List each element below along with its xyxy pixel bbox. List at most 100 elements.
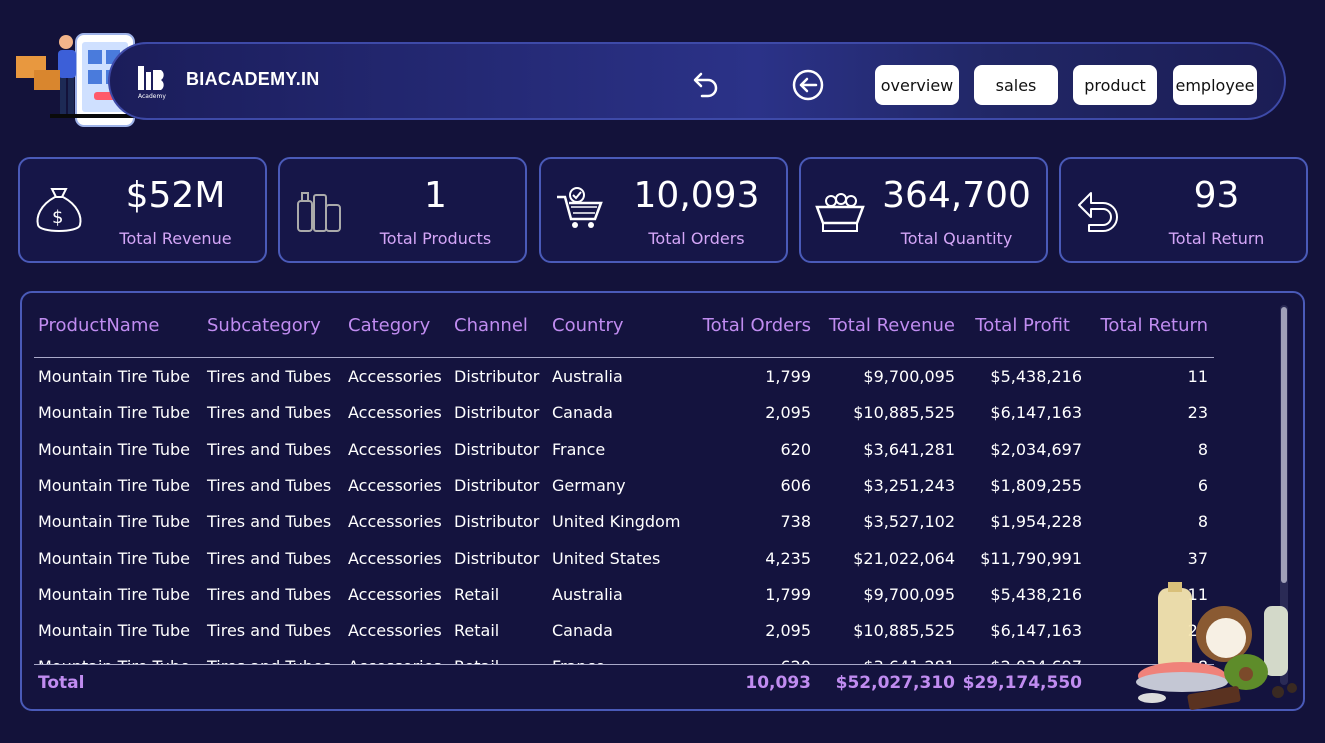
cell-total-orders: 4,235 (765, 548, 811, 568)
column-header-productname[interactable]: ProductName (38, 315, 159, 336)
scale-icon (815, 193, 865, 232)
table-body: Mountain Tire Tube Tires and Tubes Accesso… (22, 359, 1262, 665)
nav-overview-button[interactable]: overview (875, 65, 959, 105)
table-row[interactable]: Mountain Tire TubeTires and TubesAccesso… (22, 432, 1262, 468)
cell-productname: Mountain Tire Tube (38, 584, 190, 604)
cell-channel: Distributor (454, 367, 540, 386)
column-header-total-orders[interactable]: Total Orders (662, 315, 811, 336)
cell-total-return: 11 (1187, 367, 1208, 386)
cell-total-orders: 620 (780, 439, 811, 459)
cell-total-return: 8 (1197, 439, 1208, 459)
return-icon (1078, 192, 1118, 232)
cell-total-revenue: $3,251,243 (863, 475, 955, 495)
kpi-card-total-revenue: $ $52M Total Revenue (18, 157, 267, 263)
cell-total-revenue: $3,527,102 (863, 512, 955, 532)
product-table: ProductName Subcategory Category Channel… (20, 291, 1305, 711)
cell-category: Accessories (348, 584, 442, 604)
cell-country: France (552, 439, 606, 459)
cell-total-profit: $2,034,697 (990, 439, 1082, 459)
cell-productname: Mountain Tire Tube (38, 621, 190, 641)
cell-subcategory: Tires and Tubes (207, 403, 332, 423)
back-arrow-icon[interactable] (791, 68, 825, 102)
header-divider (34, 357, 1214, 358)
cell-category: Accessories (348, 621, 442, 641)
cell-total-return: 23 (1187, 403, 1208, 423)
cell-country: United States (552, 548, 661, 568)
cell-subcategory: Tires and Tubes (207, 475, 332, 495)
cell-productname: Mountain Tire Tube (38, 403, 190, 423)
nav-product-button[interactable]: product (1073, 65, 1157, 105)
cell-total-orders: 1,799 (765, 367, 811, 386)
total-label: Total (38, 673, 85, 693)
cell-channel: Distributor (454, 512, 540, 532)
cell-productname: Mountain Tire Tube (38, 548, 190, 568)
svg-text:$: $ (52, 207, 63, 228)
column-header-channel[interactable]: Channel (454, 315, 528, 336)
total-revenue: $52,027,310 (835, 673, 955, 693)
column-header-subcategory[interactable]: Subcategory (207, 315, 321, 336)
column-header-category[interactable]: Category (348, 315, 430, 336)
products-icon (297, 192, 341, 232)
kpi-card-total-products: 1 Total Products (278, 157, 527, 263)
cell-total-revenue: $10,885,525 (853, 403, 955, 423)
cell-productname: Mountain Tire Tube (38, 475, 190, 495)
table-row[interactable]: Mountain Tire TubeTires and TubesAccesso… (22, 468, 1262, 504)
cell-total-profit: $11,790,991 (980, 548, 1082, 568)
cell-total-revenue: $10,885,525 (853, 621, 955, 641)
cell-category: Accessories (348, 512, 442, 532)
cell-total-revenue: $3,641,281 (863, 439, 955, 459)
undo-icon[interactable] (688, 68, 722, 102)
table-row[interactable]: Mountain Tire Tube Tires and Tubes Accesso… (22, 504, 1262, 540)
column-header-country[interactable]: Country (552, 315, 624, 336)
column-header-total-profit[interactable]: Total Profit (962, 315, 1070, 336)
column-header-total-revenue[interactable]: Total Revenue (817, 315, 955, 336)
kpi-value: 1 (424, 175, 447, 216)
cell-channel: Distributor (454, 403, 540, 423)
cell-subcategory: Tires and Tubes (207, 548, 332, 568)
cell-productname: Mountain Tire Tube (38, 367, 190, 386)
table-row[interactable]: Mountain Tire Tube Tires and Tubes Accesso… (22, 613, 1262, 649)
cell-country: Canada (552, 621, 613, 641)
cell-channel: Distributor (454, 439, 540, 459)
scrollbar-thumb[interactable] (1281, 307, 1287, 583)
cell-total-profit: $1,954,228 (990, 512, 1082, 532)
cell-total-profit: $1,809,255 (990, 475, 1082, 495)
cell-channel: Retail (454, 584, 500, 604)
cell-channel: Retail (454, 621, 500, 641)
table-row[interactable]: Mountain Tire TubeTires and TubesAccesso… (22, 395, 1262, 431)
nav-sales-button[interactable]: sales (974, 65, 1058, 105)
brand-name: BIACADEMY.IN (186, 69, 320, 89)
cell-subcategory: Tires and Tubes (207, 439, 332, 459)
cell-total-orders: 606 (780, 475, 811, 495)
table-row[interactable]: Mountain Tire TubeTires and TubesAccesso… (22, 577, 1262, 613)
kpi-value: 364,700 (882, 175, 1031, 216)
cell-subcategory: Tires and Tubes (207, 512, 332, 532)
cell-category: Accessories (348, 548, 442, 568)
cell-total-return: 6 (1197, 475, 1208, 495)
cell-productname: Mountain Tire Tube (38, 439, 190, 459)
cell-total-return: 8 (1197, 512, 1208, 532)
cell-channel: Distributor (454, 548, 540, 568)
table-row[interactable]: Mountain Tire TubeTires and TubesAccesso… (22, 359, 1262, 395)
total-orders: 10,093 (745, 673, 811, 693)
table-row[interactable]: Mountain Tire Tube Tires and Tubes Accesso… (22, 541, 1262, 577)
cell-productname: Mountain Tire Tube (38, 512, 190, 532)
cell-country: Germany (552, 475, 626, 495)
kpi-value: $52M (125, 175, 226, 216)
total-divider (34, 664, 1214, 665)
cell-total-orders: 738 (780, 512, 811, 532)
kpi-label: Total Orders (648, 229, 745, 248)
nav-employee-button[interactable]: employee (1173, 65, 1257, 105)
kpi-value: 93 (1193, 175, 1240, 216)
cell-country: Canada (552, 403, 613, 423)
kpi-label: Total Return (1168, 229, 1265, 248)
kpi-label: Total Revenue (119, 229, 232, 248)
cell-total-orders: 1,799 (765, 584, 811, 604)
table-row[interactable]: Mountain Tire TubeTires and TubesAccesso… (22, 649, 1262, 665)
cell-subcategory: Tires and Tubes (207, 621, 332, 641)
cell-country: Australia (552, 367, 623, 386)
cell-total-profit: $5,438,216 (990, 367, 1082, 386)
cell-channel: Distributor (454, 475, 540, 495)
column-header-total-return[interactable]: Total Return (1082, 315, 1209, 336)
cell-subcategory: Tires and Tubes (207, 367, 332, 386)
